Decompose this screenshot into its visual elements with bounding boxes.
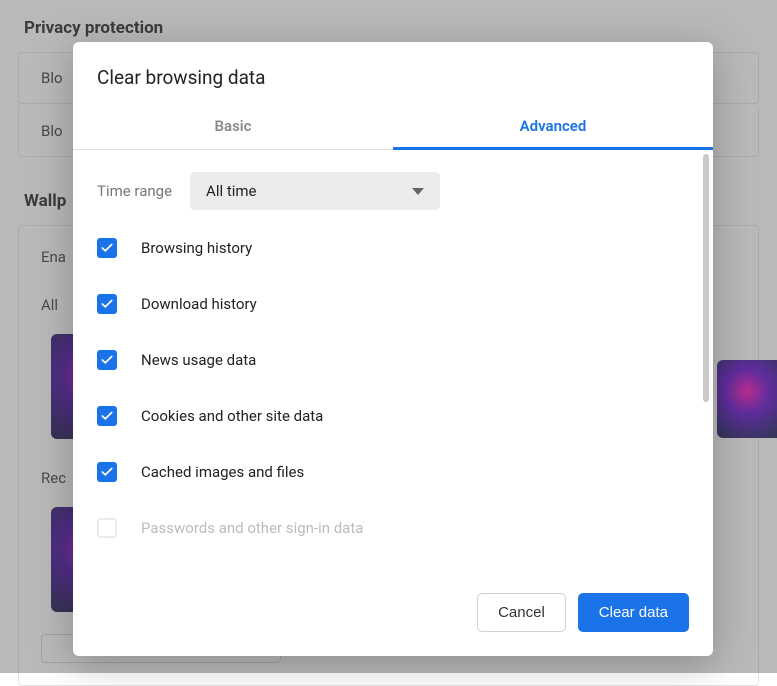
clear-data-checklist: Browsing history Download history News u… <box>97 238 689 538</box>
chevron-down-icon <box>412 188 424 195</box>
check-icon <box>100 297 114 311</box>
dialog-footer: Cancel Clear data <box>73 577 713 656</box>
check-item-cache: Cached images and files <box>97 462 689 482</box>
tab-advanced[interactable]: Advanced <box>393 107 713 150</box>
checkbox-news-usage[interactable] <box>97 350 117 370</box>
check-item-cookies: Cookies and other site data <box>97 406 689 426</box>
check-item-download-history: Download history <box>97 294 689 314</box>
checkbox-cache[interactable] <box>97 462 117 482</box>
cancel-button[interactable]: Cancel <box>477 593 566 632</box>
time-range-label: Time range <box>97 182 172 200</box>
check-label: Cookies and other site data <box>141 407 323 425</box>
time-range-value: All time <box>206 182 256 200</box>
scrollbar-thumb[interactable] <box>703 154 709 402</box>
checkbox-browsing-history[interactable] <box>97 238 117 258</box>
check-label: News usage data <box>141 351 256 369</box>
check-icon <box>100 465 114 479</box>
check-icon <box>100 353 114 367</box>
time-range-row: Time range All time <box>97 172 689 210</box>
checkbox-download-history[interactable] <box>97 294 117 314</box>
check-item-news-usage: News usage data <box>97 350 689 370</box>
dialog-title: Clear browsing data <box>73 42 713 107</box>
checkbox-cookies[interactable] <box>97 406 117 426</box>
check-item-browsing-history: Browsing history <box>97 238 689 258</box>
checkbox-passwords[interactable] <box>97 518 117 538</box>
tab-basic[interactable]: Basic <box>73 107 393 149</box>
dialog-tabs: Basic Advanced <box>73 107 713 150</box>
check-item-passwords: Passwords and other sign-in data <box>97 518 689 538</box>
check-icon <box>100 409 114 423</box>
dialog-body: Time range All time Browsing history Dow… <box>73 150 713 577</box>
check-label: Cached images and files <box>141 463 304 481</box>
check-label: Passwords and other sign-in data <box>141 519 363 537</box>
check-icon <box>100 241 114 255</box>
check-label: Download history <box>141 295 257 313</box>
clear-data-button[interactable]: Clear data <box>578 593 689 632</box>
check-label: Browsing history <box>141 239 252 257</box>
time-range-select[interactable]: All time <box>190 172 440 210</box>
clear-browsing-data-dialog: Clear browsing data Basic Advanced Time … <box>73 42 713 656</box>
